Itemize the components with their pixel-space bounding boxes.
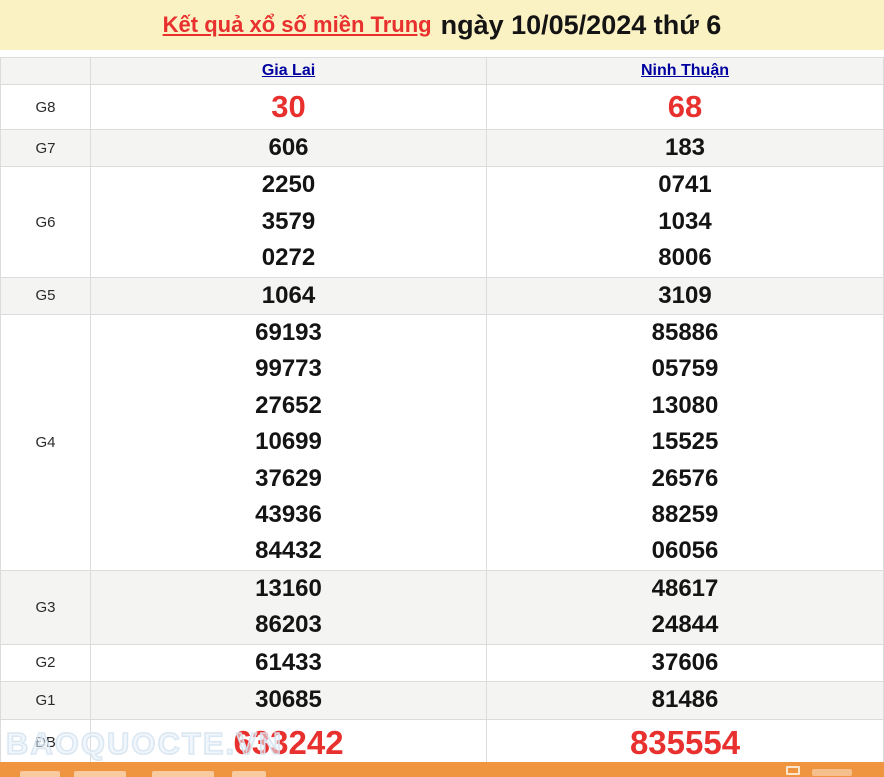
prize-number: 1034 <box>658 207 712 235</box>
results-table: Gia Lai Ninh Thuận G8 30 68 G7 606 183 G… <box>0 57 884 767</box>
prize-number: 1064 <box>261 281 316 309</box>
prize-number: 183 <box>664 134 706 161</box>
prize-number: 835554 <box>629 723 741 761</box>
prize-number: 8006 <box>658 244 712 272</box>
prize-number: 99773 <box>255 355 322 383</box>
prize-number: 81486 <box>651 686 719 714</box>
prize-number: 0272 <box>261 244 316 272</box>
page-header: Kết quả xổ số miền Trung ngày 10/05/2024… <box>0 0 884 50</box>
prize-label-g8: G8 <box>0 84 91 130</box>
prize-label-g5: G5 <box>0 276 91 316</box>
row-g7: G7 606 183 <box>0 128 884 168</box>
g8-ninh-thuan-numbers: 68 <box>486 84 884 130</box>
g6-ninh-thuan-numbers: 0741 1034 8006 <box>486 166 884 278</box>
prize-number: 86203 <box>255 611 322 639</box>
row-g1: G1 30685 81486 <box>0 681 884 720</box>
row-db: ĐB 633242 835554 <box>0 718 884 767</box>
prize-label-g1: G1 <box>0 681 91 720</box>
prize-number: 13160 <box>255 574 322 602</box>
footer-partial-icon <box>786 766 800 775</box>
corner-cell <box>0 57 91 85</box>
prize-number: 05759 <box>651 355 719 383</box>
footer-text-fragment <box>812 769 852 776</box>
prize-number: 30 <box>271 89 306 124</box>
g2-gia-lai-numbers: 61433 <box>90 643 487 683</box>
footer-bar <box>0 762 884 777</box>
row-g4: G4 69193 99773 27652 10699 37629 43936 84432 8… <box>0 314 884 571</box>
g1-ninh-thuan-numbers: 81486 <box>486 681 884 720</box>
prize-number: 27652 <box>255 391 322 419</box>
prize-number: 68 <box>667 89 703 124</box>
g2-ninh-thuan-numbers: 37606 <box>486 643 884 683</box>
prize-number: 06056 <box>651 537 719 565</box>
column-link-gia-lai[interactable]: Gia Lai <box>262 62 315 79</box>
g8-gia-lai-numbers: 30 <box>90 84 487 130</box>
prize-number: 85886 <box>651 319 719 347</box>
draw-date-text: ngày 10/05/2024 thứ 6 <box>440 9 722 40</box>
row-g5: G5 1064 3109 <box>0 276 884 316</box>
g1-gia-lai-numbers: 30685 <box>90 681 487 720</box>
prize-number: 69193 <box>255 319 322 347</box>
prize-number: 37606 <box>651 648 719 676</box>
prize-number: 2250 <box>261 171 316 199</box>
prize-number: 633242 <box>233 723 344 761</box>
prize-number: 0741 <box>658 171 712 199</box>
prize-number: 30685 <box>255 686 322 714</box>
table-header-row: Gia Lai Ninh Thuận <box>0 57 884 85</box>
row-g3: G3 13160 86203 48617 24844 <box>0 569 884 645</box>
g3-ninh-thuan-numbers: 48617 24844 <box>486 569 884 645</box>
prize-number: 3109 <box>658 281 712 309</box>
region-results-link[interactable]: Kết quả xổ số miền Trung <box>163 12 432 38</box>
db-gia-lai-numbers: 633242 <box>90 718 487 767</box>
prize-label-g7: G7 <box>0 128 91 168</box>
prize-label-db: ĐB <box>0 718 91 767</box>
g7-ninh-thuan-numbers: 183 <box>486 128 884 168</box>
prize-number: 3579 <box>261 207 316 235</box>
g4-gia-lai-numbers: 69193 99773 27652 10699 37629 43936 84432 <box>90 314 487 571</box>
g5-gia-lai-numbers: 1064 <box>90 276 487 316</box>
prize-label-g4: G4 <box>0 314 91 571</box>
prize-number: 606 <box>268 134 309 161</box>
prize-number: 48617 <box>651 574 719 602</box>
prize-number: 84432 <box>255 537 322 565</box>
g5-ninh-thuan-numbers: 3109 <box>486 276 884 316</box>
footer-text-fragment <box>74 771 126 777</box>
g4-ninh-thuan-numbers: 85886 05759 13080 15525 26576 88259 06056 <box>486 314 884 571</box>
footer-text-fragment <box>232 771 266 777</box>
prize-label-g3: G3 <box>0 569 91 645</box>
g7-gia-lai-numbers: 606 <box>90 128 487 168</box>
prize-number: 24844 <box>651 611 719 639</box>
row-g8: G8 30 68 <box>0 84 884 130</box>
row-g2: G2 61433 37606 <box>0 643 884 683</box>
footer-text-fragment <box>152 771 214 777</box>
g6-gia-lai-numbers: 2250 3579 0272 <box>90 166 487 278</box>
prize-number: 15525 <box>651 428 719 456</box>
prize-number: 37629 <box>255 464 322 492</box>
prize-number: 26576 <box>651 464 719 492</box>
prize-label-g2: G2 <box>0 643 91 683</box>
column-link-ninh-thuan[interactable]: Ninh Thuận <box>641 62 729 79</box>
prize-number: 10699 <box>255 428 322 456</box>
row-g6: G6 2250 3579 0272 0741 1034 8006 <box>0 166 884 278</box>
prize-number: 13080 <box>651 391 719 419</box>
prize-number: 61433 <box>255 648 322 676</box>
db-ninh-thuan-numbers: 835554 <box>486 718 884 767</box>
g3-gia-lai-numbers: 13160 86203 <box>90 569 487 645</box>
prize-label-g6: G6 <box>0 166 91 278</box>
prize-number: 43936 <box>255 501 322 529</box>
prize-number: 88259 <box>651 501 719 529</box>
lottery-results-page: Kết quả xổ số miền Trung ngày 10/05/2024… <box>0 0 884 777</box>
footer-text-fragment <box>20 771 60 777</box>
